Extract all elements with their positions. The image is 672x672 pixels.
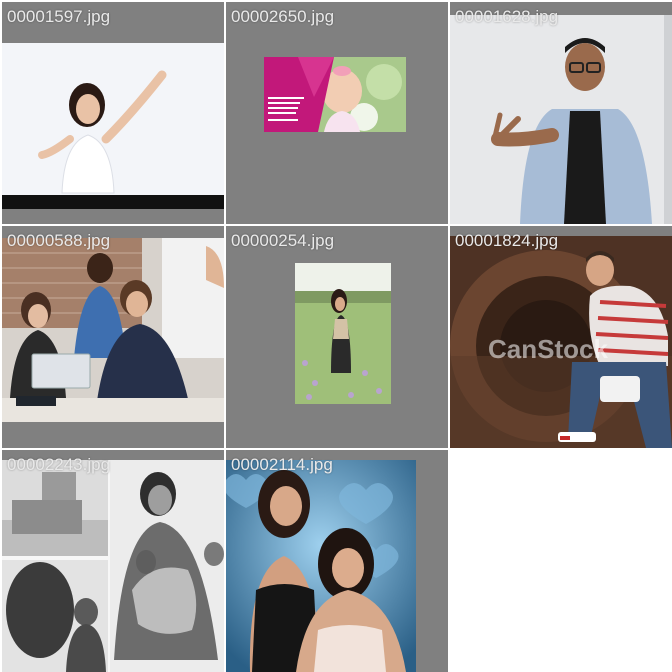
filename-label: 00001597.jpg: [7, 7, 111, 26]
filename-label: 00000254.jpg: [231, 231, 335, 250]
image-caption-bar: [2, 195, 224, 209]
thumbnail-image: [264, 57, 406, 132]
thumbnail-tile-00001824[interactable]: 00001824.jpg CanStock: [450, 226, 672, 448]
thumbnail-image: [2, 43, 224, 209]
filename-label: 00001628.jpg: [455, 7, 559, 26]
filename-label: 00001824.jpg: [455, 231, 559, 250]
filename-label: 00000588.jpg: [7, 231, 111, 250]
thumbnail-tile-00002650[interactable]: 00002650.jpg: [226, 2, 448, 224]
filename-label: 00002650.jpg: [231, 7, 335, 26]
thumbnail-image: [295, 263, 391, 404]
thumbnail-image: [450, 15, 672, 224]
thumbnail-image: [2, 460, 224, 672]
thumbnail-image: [2, 238, 224, 422]
thumbnail-tile-00000588[interactable]: 00000588.jpg: [2, 226, 224, 448]
thumbnail-tile-00002114[interactable]: 00002114.jpg: [226, 450, 448, 672]
canstock-watermark: CanStock: [488, 334, 608, 364]
thumbnail-image: CanStock: [450, 236, 672, 448]
filename-label: 00002114.jpg: [231, 455, 333, 474]
thumbnail-grid: 00001597.jpg 00002650.jpg 00001628.jpg 0…: [0, 0, 672, 672]
filename-label: 00002243.jpg: [7, 455, 111, 474]
thumbnail-image: [226, 460, 416, 672]
thumbnail-tile-00001628[interactable]: 00001628.jpg: [450, 2, 672, 224]
thumbnail-tile-00002243[interactable]: 00002243.jpg: [2, 450, 224, 672]
thumbnail-tile-00001597[interactable]: 00001597.jpg: [2, 2, 224, 224]
thumbnail-tile-00000254[interactable]: 00000254.jpg: [226, 226, 448, 448]
